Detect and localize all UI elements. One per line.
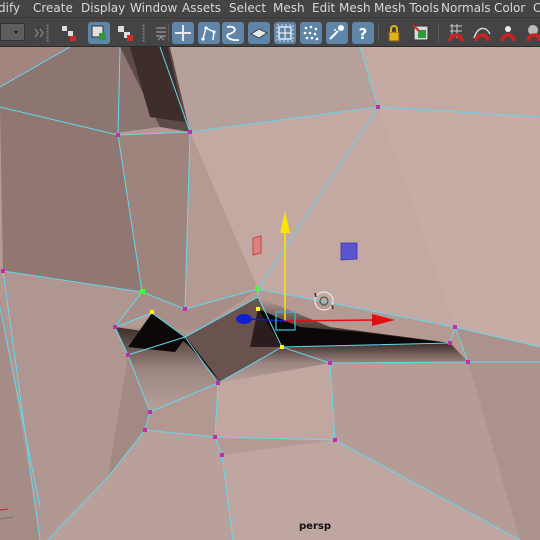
x-axis-handle[interactable] [284, 319, 376, 322]
plane-icon[interactable] [248, 22, 270, 44]
collapse-arrows-icon[interactable] [28, 22, 44, 44]
snap-curve-icon[interactable] [471, 22, 493, 44]
svg-text:?: ? [359, 25, 368, 43]
select-by-hierarchy-icon[interactable] [58, 22, 80, 44]
curve-ep-icon[interactable] [222, 22, 244, 44]
menu-edit-mesh[interactable]: Edit Mesh [312, 0, 371, 17]
snap-point-icon[interactable] [497, 22, 519, 44]
menu-modify[interactable]: dify [0, 0, 20, 17]
curve-cv-icon[interactable] [198, 22, 220, 44]
xy-plane-handle[interactable] [340, 242, 358, 261]
select-by-component-icon[interactable] [114, 22, 136, 44]
select-lock-icon[interactable] [410, 22, 432, 44]
z-axis-arrow[interactable] [236, 314, 252, 324]
main-menubar: dify Create Display Window Assets Select… [0, 0, 540, 17]
perspective-viewport[interactable]: persp [0, 47, 540, 540]
menu-color[interactable]: Color [494, 0, 525, 17]
chevron-down-icon [14, 31, 18, 34]
camera-name-label: persp [299, 521, 331, 532]
viewport-canvas[interactable] [0, 47, 540, 540]
separator [378, 24, 379, 42]
maya-window: dify Create Display Window Assets Select… [0, 0, 540, 540]
status-line-toolbar: ? [0, 17, 540, 47]
menu-more[interactable]: C [533, 0, 540, 17]
snap-view-icon[interactable] [523, 22, 540, 44]
select-by-object-icon[interactable] [88, 22, 110, 44]
menu-window[interactable]: Window [130, 0, 177, 17]
menu-normals[interactable]: Normals [441, 0, 491, 17]
lattice-icon[interactable] [274, 22, 296, 44]
menu-display[interactable]: Display [81, 0, 125, 17]
separator [168, 24, 169, 42]
lock-icon[interactable] [383, 22, 405, 44]
toolbar-grip [46, 24, 49, 42]
move-icon[interactable] [172, 22, 194, 44]
yz-plane-handle[interactable] [252, 235, 262, 256]
mode-dropdown[interactable] [0, 23, 25, 41]
menu-create[interactable]: Create [33, 0, 73, 17]
stack-icon[interactable] [150, 22, 166, 44]
help-icon[interactable]: ? [352, 22, 374, 44]
menu-select[interactable]: Select [229, 0, 266, 17]
snap-grid-icon[interactable] [445, 22, 467, 44]
separator [438, 24, 439, 42]
toolbar-grip [142, 24, 145, 42]
particles-icon[interactable] [300, 22, 322, 44]
menu-mesh[interactable]: Mesh [273, 0, 305, 17]
paint-effects-icon[interactable] [326, 22, 348, 44]
menu-mesh-tools[interactable]: Mesh Tools [374, 0, 439, 17]
menu-assets[interactable]: Assets [182, 0, 221, 17]
